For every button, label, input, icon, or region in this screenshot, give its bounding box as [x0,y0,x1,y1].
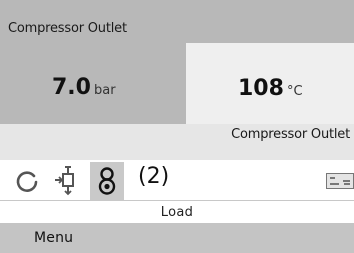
status-count: (2) [138,164,170,189]
status-icon-row: (2) [0,162,354,200]
menu-bar[interactable]: Menu [0,223,354,253]
outlet-temperature-unit: °C [286,84,303,99]
outlet-temperature-value: 108 [238,76,284,101]
panel-fold [178,99,186,124]
right-panel-tab [170,0,354,43]
outlet-temperature-readout[interactable]: 108 °C [238,76,303,101]
status-text: Load [160,205,194,220]
menu-button[interactable]: Menu [34,230,73,246]
card-icon[interactable] [326,173,354,189]
status-band: Load [0,200,354,224]
fan-icon[interactable] [52,165,82,197]
left-panel [0,0,186,124]
controller-screen: Compressor Outlet 7.0 bar 108 °C Compresso… [0,0,354,253]
outlet-pressure-readout[interactable]: 7.0 bar [52,75,116,100]
outlet-pressure-unit: bar [93,83,116,98]
load-icon [98,167,116,195]
load-indicator[interactable] [90,162,124,200]
refresh-icon[interactable] [14,168,40,194]
outlet-pressure-value: 7.0 [52,75,91,100]
right-panel-title: Compressor Outlet [231,127,350,142]
left-panel-title: Compressor Outlet [8,21,127,36]
